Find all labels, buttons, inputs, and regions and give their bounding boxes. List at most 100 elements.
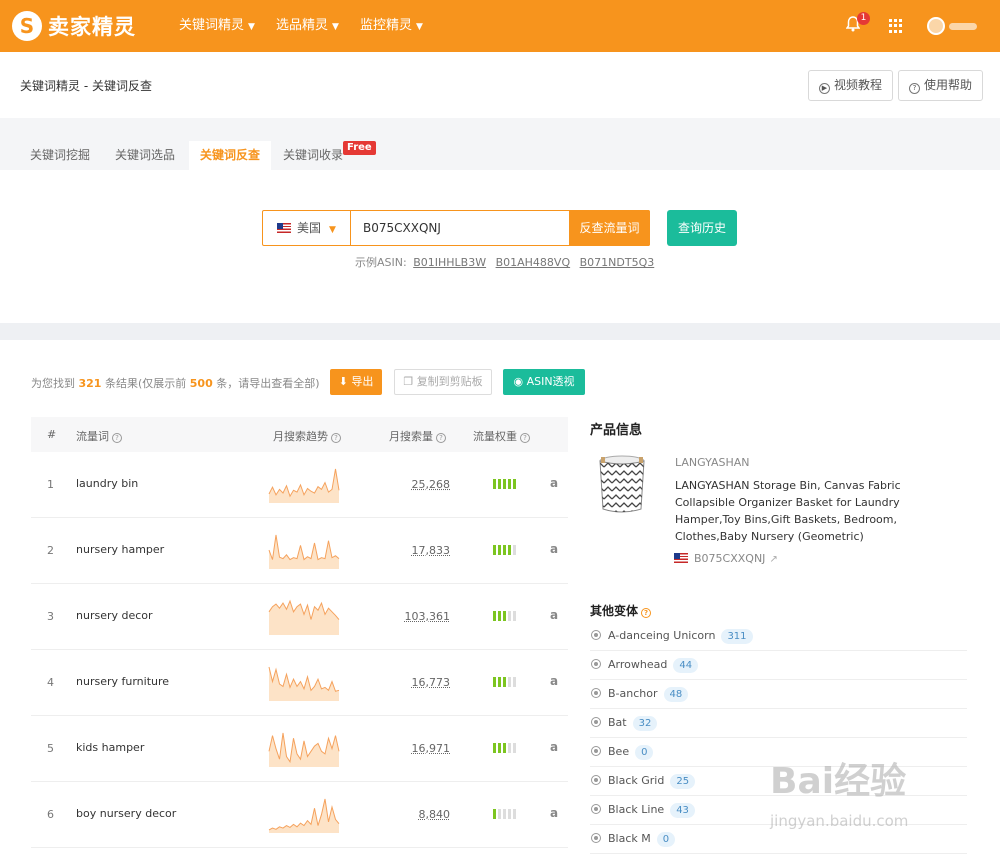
reverse-search-button[interactable]: 反查流量词 bbox=[569, 210, 650, 246]
export-button[interactable]: ⬇ 导出 bbox=[330, 369, 382, 395]
copy-to-clipboard-button[interactable]: ❐ 复制到剪贴板 bbox=[394, 369, 492, 395]
keyword-text[interactable]: laundry bin bbox=[76, 477, 138, 490]
trend-sparkline[interactable] bbox=[268, 728, 340, 768]
table-row[interactable]: 4 nursery furniture 16,773 a bbox=[31, 650, 568, 716]
variant-item[interactable]: Arrowhead 44 bbox=[590, 651, 967, 680]
chevron-down-icon: ▼ bbox=[416, 22, 423, 32]
variant-item[interactable]: Bat 32 bbox=[590, 709, 967, 738]
tab-bar: 关键词挖掘 关键词选品 关键词反查 关键词收录 bbox=[0, 118, 1000, 170]
product-image[interactable] bbox=[596, 453, 648, 515]
search-volume[interactable]: 25,268 bbox=[412, 478, 451, 491]
watermark: Bai经验 jingyan.baidu.com bbox=[765, 752, 965, 842]
keyword-text[interactable]: boy nursery decor bbox=[76, 807, 176, 820]
radio-icon[interactable] bbox=[591, 688, 601, 698]
weight-bar bbox=[503, 479, 506, 489]
variant-item[interactable]: B-anchor 48 bbox=[590, 680, 967, 709]
external-link-icon[interactable]: ↗ bbox=[769, 554, 777, 565]
radio-icon[interactable] bbox=[591, 659, 601, 669]
radio-icon[interactable] bbox=[591, 775, 601, 785]
variant-name: A-danceing Unicorn bbox=[608, 629, 716, 642]
help-icon[interactable]: ? bbox=[641, 608, 652, 618]
product-asin[interactable]: B075CXXQNJ ↗ bbox=[674, 552, 778, 565]
variant-name: Black Line bbox=[608, 803, 665, 816]
radio-icon[interactable] bbox=[591, 804, 601, 814]
amazon-icon[interactable]: a bbox=[550, 608, 558, 622]
keyword-text[interactable]: kids hamper bbox=[76, 741, 144, 754]
help-icon[interactable]: ? bbox=[520, 433, 530, 443]
weight-bar bbox=[513, 677, 516, 687]
logo[interactable]: S 卖家精灵 bbox=[12, 10, 136, 42]
th-volume[interactable]: 月搜索量? bbox=[389, 428, 446, 444]
help-button[interactable]: ? 使用帮助 bbox=[898, 70, 984, 101]
traffic-weight bbox=[493, 809, 516, 819]
video-tutorial-button[interactable]: ▶ 视频教程 bbox=[808, 70, 894, 101]
tab-keyword-mining[interactable]: 关键词挖掘 bbox=[19, 141, 101, 170]
query-history-button[interactable]: 查询历史 bbox=[667, 210, 737, 246]
search-volume[interactable]: 8,840 bbox=[419, 808, 451, 821]
keyword-text[interactable]: nursery furniture bbox=[76, 675, 169, 688]
table-row[interactable]: 3 nursery decor 103,361 a bbox=[31, 584, 568, 650]
amazon-icon[interactable]: a bbox=[550, 542, 558, 556]
trend-sparkline[interactable] bbox=[268, 662, 340, 702]
th-label: 月搜索趋势 bbox=[273, 430, 328, 443]
weight-bar bbox=[513, 611, 516, 621]
search-volume[interactable]: 103,361 bbox=[405, 610, 451, 623]
help-icon[interactable]: ? bbox=[112, 433, 122, 443]
help-icon[interactable]: ? bbox=[436, 433, 446, 443]
trend-sparkline[interactable] bbox=[268, 464, 340, 504]
tab-keyword-selection[interactable]: 关键词选品 bbox=[104, 141, 186, 170]
radio-icon[interactable] bbox=[591, 746, 601, 756]
help-icon[interactable]: ? bbox=[331, 433, 341, 443]
free-badge: Free bbox=[343, 141, 376, 155]
amazon-icon[interactable]: a bbox=[550, 740, 558, 754]
table-row[interactable]: 5 kids hamper 16,971 a bbox=[31, 716, 568, 782]
search-volume[interactable]: 17,833 bbox=[412, 544, 451, 557]
table-row[interactable]: 6 boy nursery decor 8,840 a bbox=[31, 782, 568, 848]
keyword-text[interactable]: nursery decor bbox=[76, 609, 153, 622]
asin-input[interactable] bbox=[351, 211, 569, 245]
country-select[interactable]: 美国 ▼ bbox=[263, 211, 351, 245]
nav-product-genie[interactable]: 选品精灵 ▼ bbox=[276, 0, 339, 52]
weight-bar bbox=[503, 809, 506, 819]
search-volume[interactable]: 16,971 bbox=[412, 742, 451, 755]
chevron-down-icon: ▼ bbox=[248, 22, 255, 32]
variant-name: Arrowhead bbox=[608, 658, 668, 671]
examples-label: 示例ASIN: bbox=[355, 256, 407, 269]
th-weight[interactable]: 流量权重? bbox=[473, 428, 530, 444]
variant-name: Black Grid bbox=[608, 774, 665, 787]
watermark-logo: Bai经验 bbox=[770, 761, 907, 802]
nav-monitor-genie[interactable]: 监控精灵 ▼ bbox=[360, 0, 423, 52]
trend-sparkline[interactable] bbox=[268, 596, 340, 636]
radio-icon[interactable] bbox=[591, 630, 601, 640]
amazon-icon[interactable]: a bbox=[550, 674, 558, 688]
search-volume[interactable]: 16,773 bbox=[412, 676, 451, 689]
keyword-text[interactable]: nursery hamper bbox=[76, 543, 164, 556]
weight-bar bbox=[498, 809, 501, 819]
example-asin-link[interactable]: B01AH488VQ bbox=[496, 256, 571, 269]
example-asin-link[interactable]: B01IHHLB3W bbox=[413, 256, 486, 269]
th-label: 流量词 bbox=[76, 430, 109, 443]
weight-bar bbox=[513, 545, 516, 555]
breadcrumb: 关键词精灵 - 关键词反查 bbox=[20, 79, 152, 93]
avatar[interactable] bbox=[927, 17, 945, 35]
weight-bar bbox=[508, 809, 511, 819]
radio-icon[interactable] bbox=[591, 717, 601, 727]
example-asin-link[interactable]: B071NDT5Q3 bbox=[580, 256, 655, 269]
amazon-icon[interactable]: a bbox=[550, 476, 558, 490]
tab-keyword-index[interactable]: 关键词收录 bbox=[272, 141, 354, 170]
user-name-placeholder[interactable] bbox=[949, 23, 977, 30]
nav-keyword-genie[interactable]: 关键词精灵 ▼ bbox=[179, 0, 255, 52]
apps-grid-icon[interactable] bbox=[889, 19, 903, 33]
product-name[interactable]: LANGYASHAN Storage Bin, Canvas Fabric Co… bbox=[675, 477, 925, 545]
play-icon: ▶ bbox=[819, 83, 830, 94]
weight-bar bbox=[498, 545, 501, 555]
radio-icon[interactable] bbox=[591, 833, 601, 843]
asin-insight-button[interactable]: ◉ ASIN透视 bbox=[503, 369, 585, 395]
tab-keyword-reverse[interactable]: 关键词反查 bbox=[189, 141, 272, 170]
table-row[interactable]: 1 laundry bin 25,268 a bbox=[31, 452, 568, 518]
table-row[interactable]: 2 nursery hamper 17,833 a bbox=[31, 518, 568, 584]
trend-sparkline[interactable] bbox=[268, 794, 340, 834]
amazon-icon[interactable]: a bbox=[550, 806, 558, 820]
trend-sparkline[interactable] bbox=[268, 530, 340, 570]
variant-item[interactable]: A-danceing Unicorn 311 bbox=[590, 622, 967, 651]
